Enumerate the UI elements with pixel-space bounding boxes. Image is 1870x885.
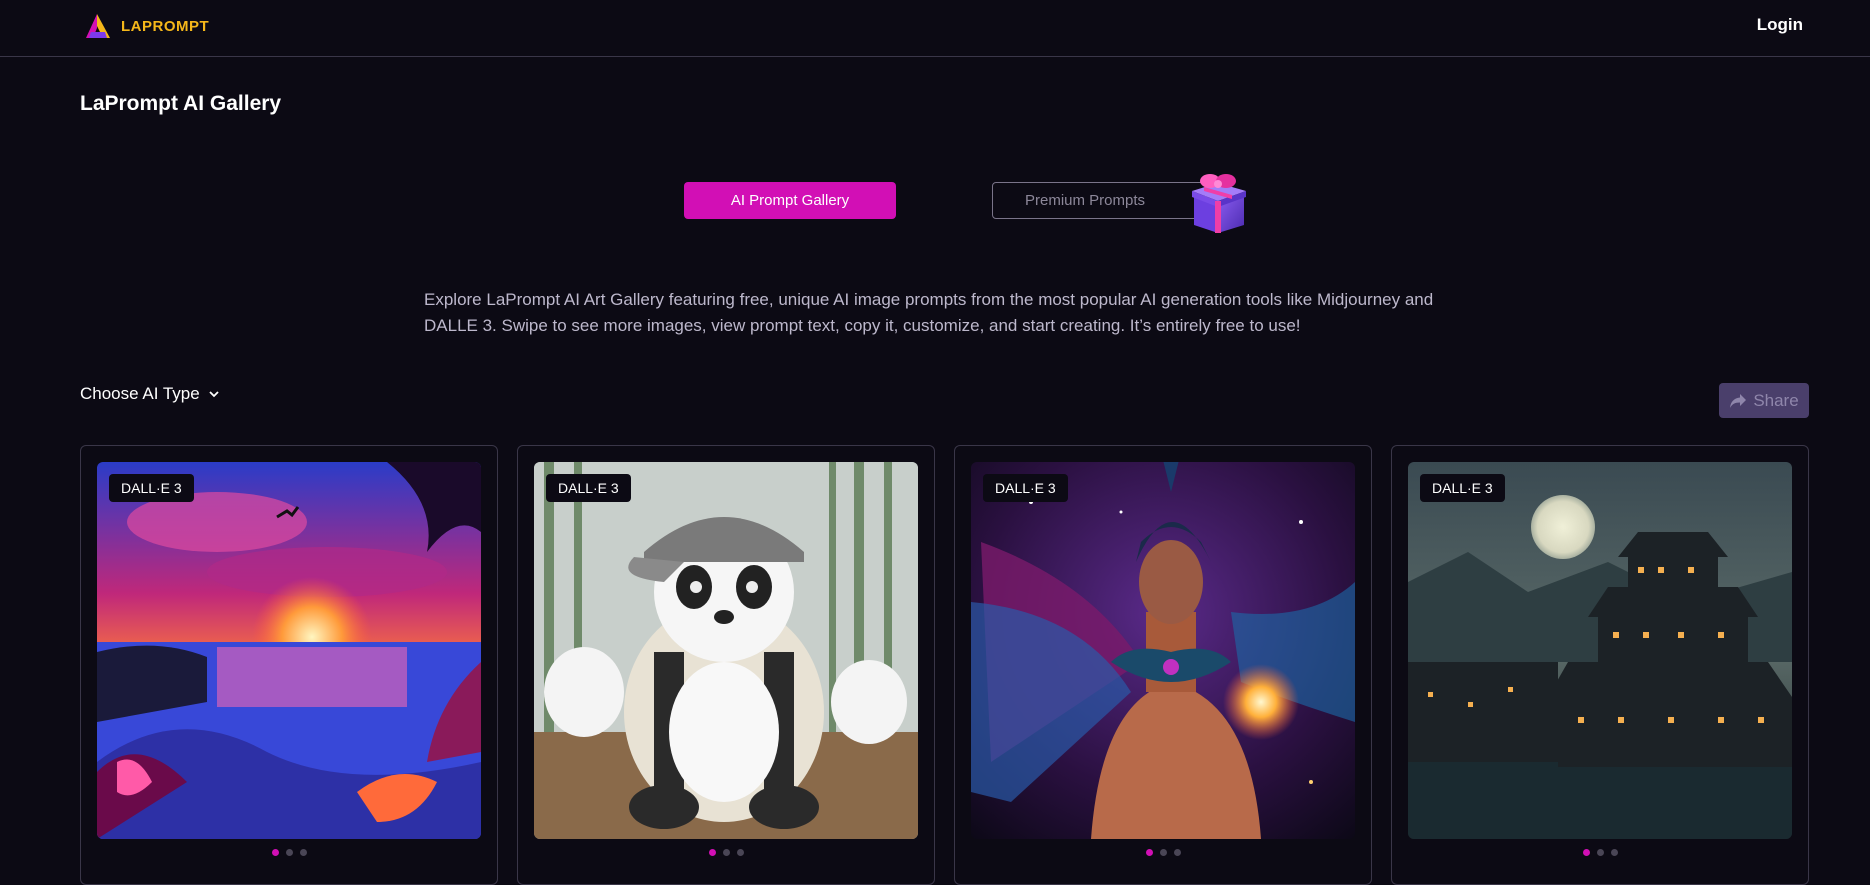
share-label: Share [1753, 390, 1799, 410]
gallery-image[interactable]: DALL·E 3 [1408, 462, 1792, 839]
choose-ai-type-label: Choose AI Type [80, 384, 200, 403]
carousel-dot[interactable] [1145, 849, 1153, 856]
carousel-dot[interactable] [708, 849, 716, 856]
logo-text: LAPROMPT [121, 17, 210, 35]
carousel-dots [1392, 849, 1808, 856]
logo[interactable]: LAPROMPT [83, 11, 209, 41]
gallery-card[interactable]: DALL·E 3 [517, 445, 935, 885]
tab-premium-prompts[interactable]: Premium Prompts [992, 182, 1206, 219]
chevron-down-icon [209, 391, 219, 398]
gallery-image[interactable]: DALL·E 3 [97, 462, 481, 839]
gallery-image[interactable]: DALL·E 3 [534, 462, 918, 839]
gallery-card[interactable]: DALL·E 3 [80, 445, 498, 885]
carousel-dots [518, 849, 934, 856]
carousel-dot[interactable] [299, 849, 307, 856]
carousel-dot[interactable] [736, 849, 744, 856]
ai-type-badge: DALL·E 3 [546, 474, 631, 502]
share-button[interactable]: Share [1719, 383, 1809, 418]
carousel-dots [81, 849, 497, 856]
share-icon [1730, 393, 1747, 408]
carousel-dot[interactable] [1610, 849, 1618, 856]
gallery-card[interactable]: DALL·E 3 [954, 445, 1372, 885]
carousel-dot[interactable] [271, 849, 279, 856]
choose-ai-type-dropdown[interactable]: Choose AI Type [80, 384, 220, 404]
ai-type-badge: DALL·E 3 [1420, 474, 1505, 502]
login-button[interactable]: Login [1757, 15, 1803, 35]
carousel-dot[interactable] [285, 849, 293, 856]
gift-icon [1192, 174, 1246, 233]
carousel-dot[interactable] [722, 849, 730, 856]
gallery-card[interactable]: DALL·E 3 [1391, 445, 1809, 885]
tab-ai-prompt-gallery[interactable]: AI Prompt Gallery [684, 182, 896, 219]
ai-type-badge: DALL·E 3 [109, 474, 194, 502]
carousel-dot[interactable] [1173, 849, 1181, 856]
logo-icon [86, 14, 110, 38]
carousel-dot[interactable] [1596, 849, 1604, 856]
intro-paragraph: Explore LaPrompt AI Art Gallery featurin… [424, 290, 1434, 335]
page-title: LaPrompt AI Gallery [80, 92, 282, 115]
ai-type-badge: DALL·E 3 [983, 474, 1068, 502]
carousel-dot[interactable] [1159, 849, 1167, 856]
carousel-dot[interactable] [1582, 849, 1590, 856]
gallery-image[interactable]: DALL·E 3 [971, 462, 1355, 839]
top-navigation-bar: LAPROMPT Login [0, 0, 1870, 57]
carousel-dots [955, 849, 1371, 856]
